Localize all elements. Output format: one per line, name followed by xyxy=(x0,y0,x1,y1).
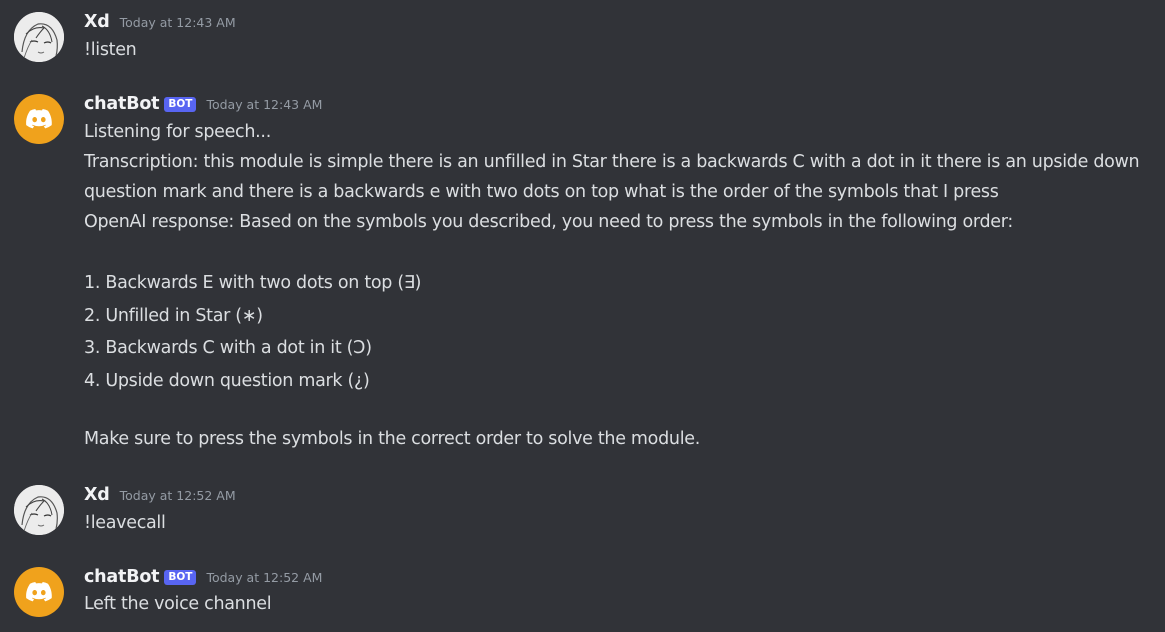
message-content: Listening for speech... Transcription: t… xyxy=(84,117,1154,454)
message-header: Xd Today at 12:52 AM xyxy=(84,485,236,505)
username[interactable]: chatBot xyxy=(84,567,160,587)
list-item: 4. Upside down question mark (¿) xyxy=(84,370,370,391)
timestamp[interactable]: Today at 12:43 AM xyxy=(206,97,322,112)
message-text: Left the voice channel xyxy=(84,594,272,614)
chat-message-list: Xd Today at 12:43 AM !listen chatBot BOT… xyxy=(0,0,1165,632)
timestamp[interactable]: Today at 12:52 AM xyxy=(206,570,322,585)
username[interactable]: Xd xyxy=(84,12,110,32)
message-content: !listen xyxy=(84,35,1154,65)
message-line: Make sure to press the symbols in the co… xyxy=(84,429,700,449)
anime-sketch-avatar-icon xyxy=(14,485,64,535)
message-content: Left the voice channel xyxy=(84,589,1154,619)
bot-avatar[interactable] xyxy=(14,94,64,144)
message-header: chatBot BOT Today at 12:43 AM xyxy=(84,94,322,114)
user-avatar[interactable] xyxy=(14,485,64,535)
message-line: question mark and there is a backwards e… xyxy=(84,182,999,202)
message-header: chatBot BOT Today at 12:52 AM xyxy=(84,567,322,587)
username[interactable]: Xd xyxy=(84,485,110,505)
username[interactable]: chatBot xyxy=(84,94,160,114)
discord-logo-icon xyxy=(26,109,52,129)
message-content: !leavecall xyxy=(84,508,1154,538)
list-item: 1. Backwards E with two dots on top (∃) xyxy=(84,273,422,293)
bot-badge: BOT xyxy=(164,570,197,585)
bot-badge: BOT xyxy=(164,97,197,112)
message-header: Xd Today at 12:43 AM xyxy=(84,12,236,32)
discord-logo-icon xyxy=(26,582,52,602)
message-line: Listening for speech... xyxy=(84,122,271,142)
bot-avatar[interactable] xyxy=(14,567,64,617)
timestamp[interactable]: Today at 12:52 AM xyxy=(120,488,236,503)
message-line: Transcription: this module is simple the… xyxy=(84,152,1140,172)
timestamp[interactable]: Today at 12:43 AM xyxy=(120,15,236,30)
anime-sketch-avatar-icon xyxy=(14,12,64,62)
message-line: OpenAI response: Based on the symbols yo… xyxy=(84,212,1013,232)
message-text: !leavecall xyxy=(84,513,166,533)
list-item: 2. Unfilled in Star (∗) xyxy=(84,305,263,326)
message-text: !listen xyxy=(84,40,137,60)
user-avatar[interactable] xyxy=(14,12,64,62)
list-item: 3. Backwards C with a dot in it (Ↄ) xyxy=(84,338,372,358)
